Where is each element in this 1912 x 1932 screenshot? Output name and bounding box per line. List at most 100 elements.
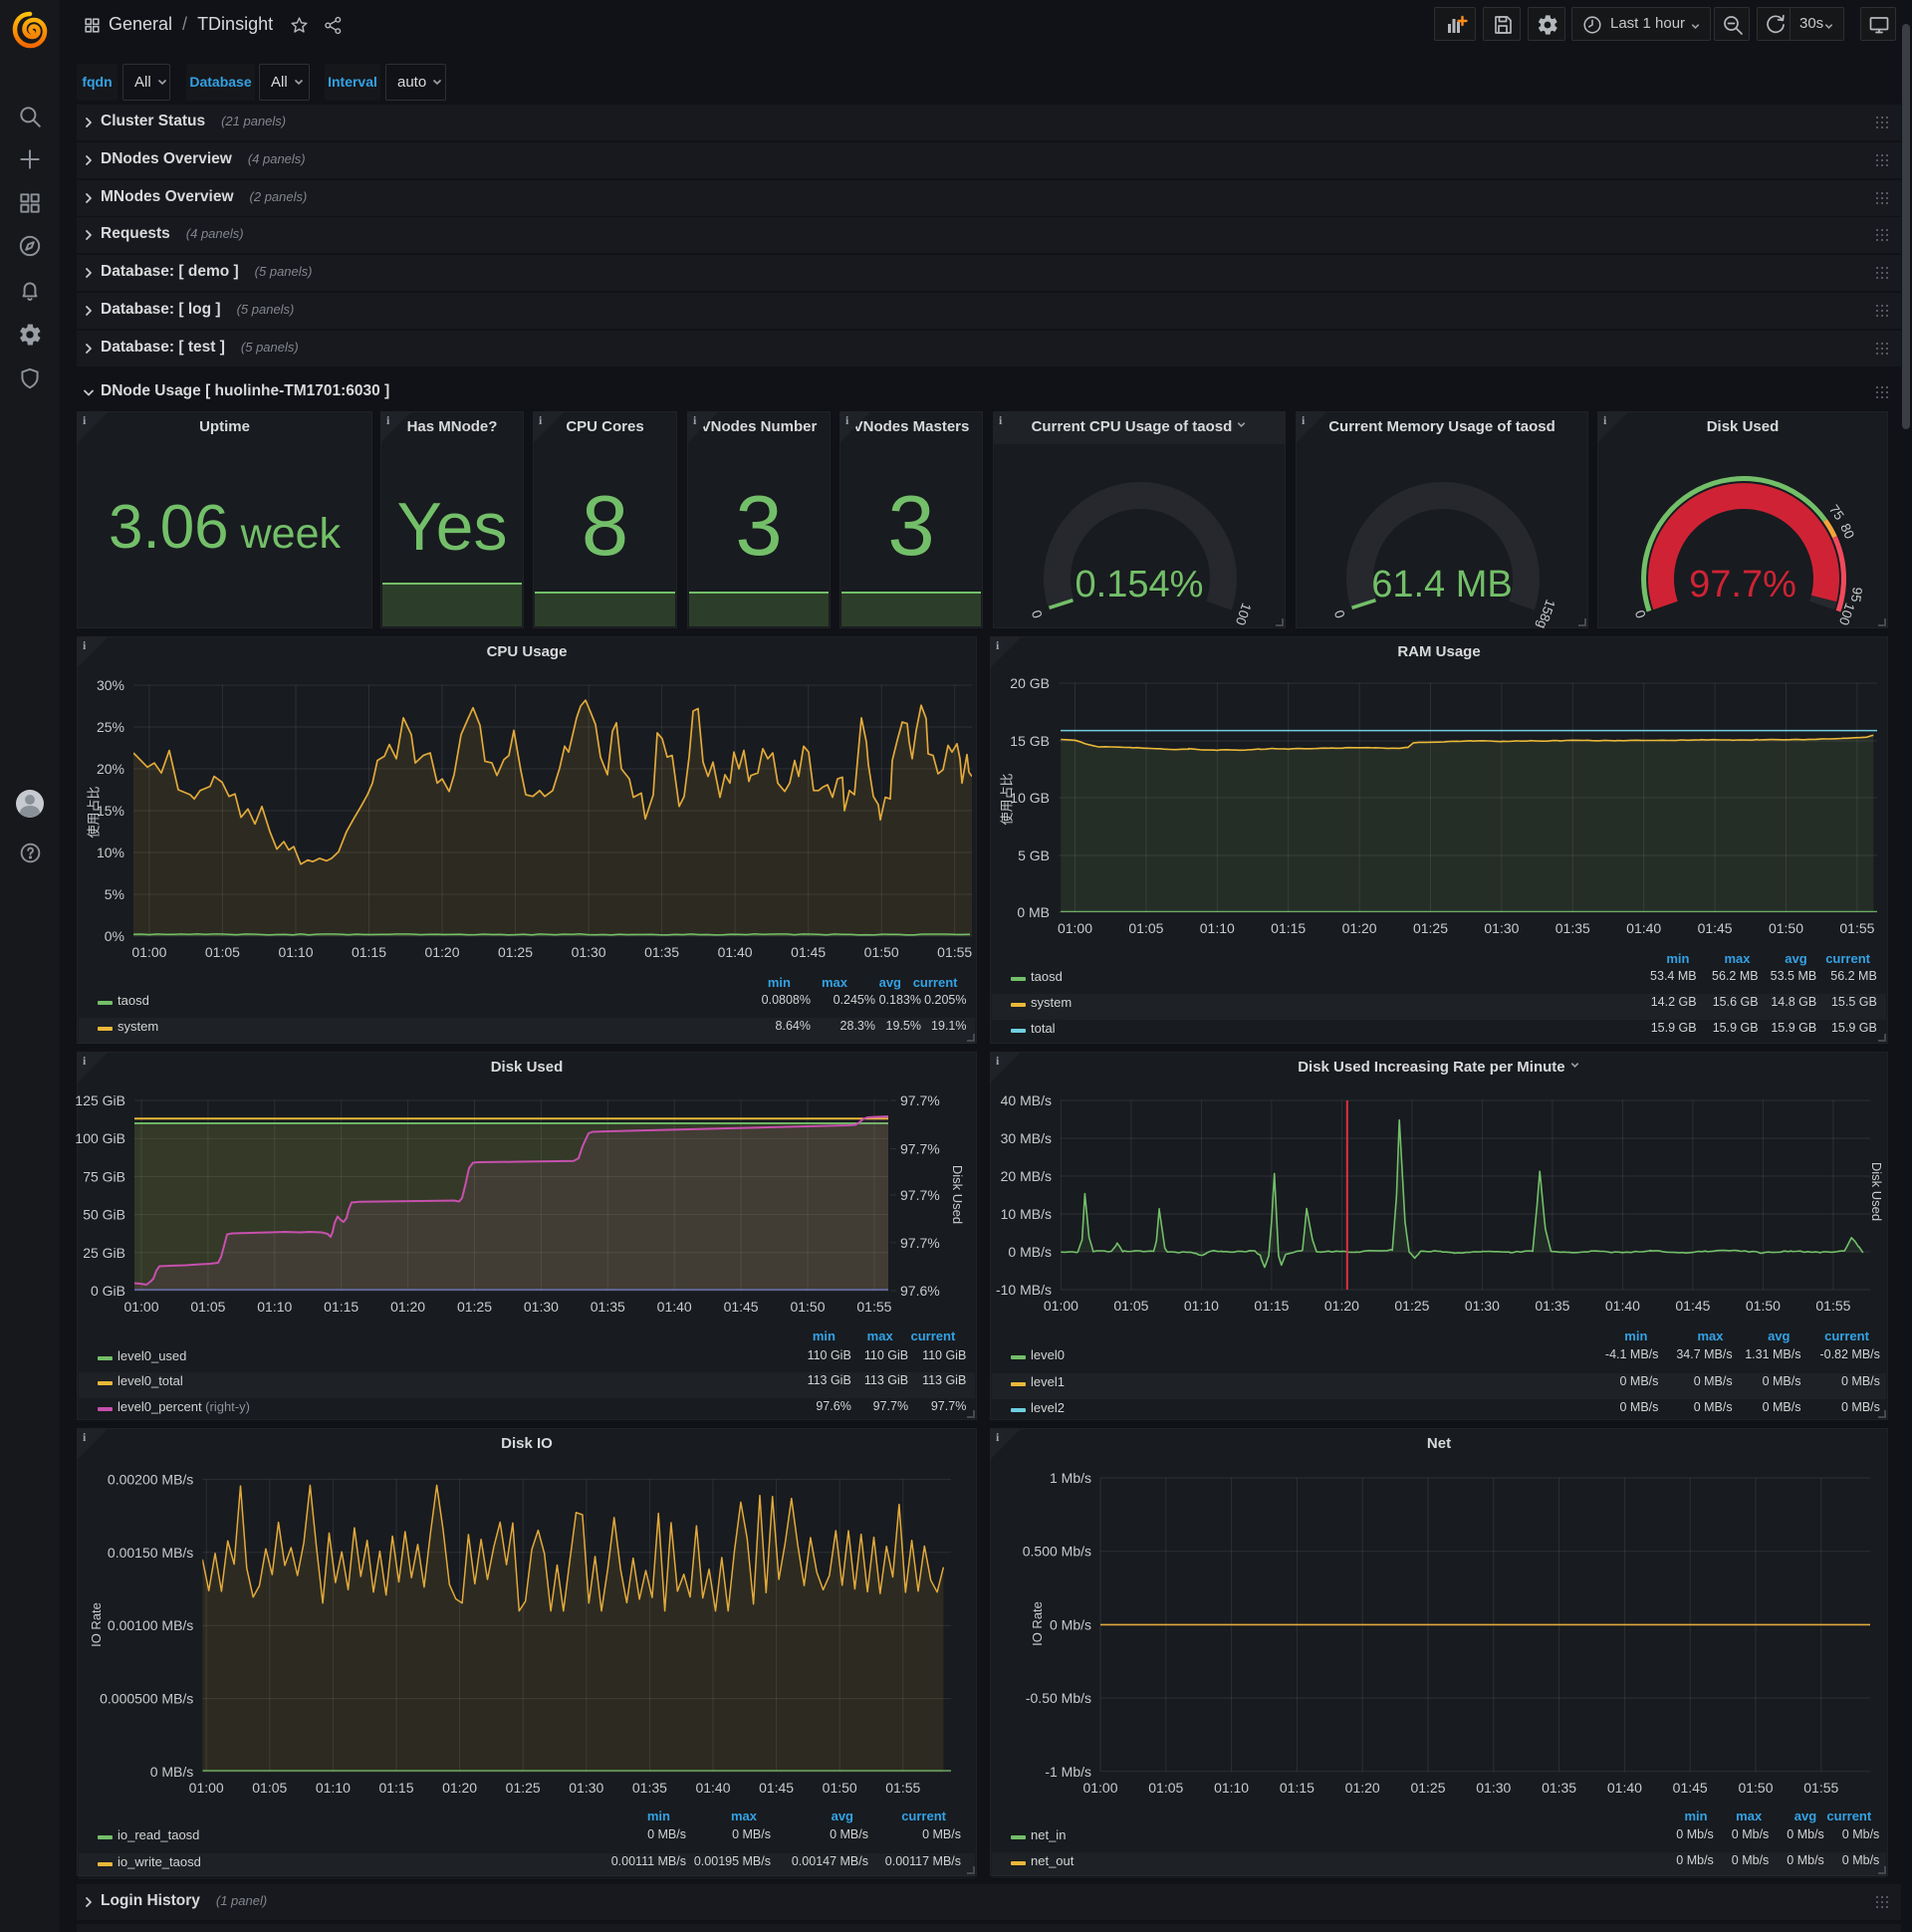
svg-text:01:40: 01:40: [1626, 920, 1661, 936]
svg-text:01:50: 01:50: [823, 1780, 857, 1796]
svg-text:01:50: 01:50: [790, 1299, 825, 1315]
svg-text:5%: 5%: [105, 886, 124, 902]
svg-text:01:45: 01:45: [791, 944, 826, 960]
svg-text:01:55: 01:55: [1803, 1780, 1838, 1796]
svg-text:01:35: 01:35: [644, 944, 679, 960]
svg-text:01:15: 01:15: [1271, 920, 1306, 936]
svg-text:0.00200 MB/s: 0.00200 MB/s: [108, 1471, 193, 1487]
svg-text:10 MB/s: 10 MB/s: [1001, 1206, 1052, 1222]
svg-text:01:25: 01:25: [1410, 1780, 1445, 1796]
svg-text:97.6%: 97.6%: [900, 1283, 940, 1299]
svg-text:01:05: 01:05: [205, 944, 240, 960]
svg-text:01:10: 01:10: [1184, 1298, 1219, 1314]
svg-text:01:00: 01:00: [189, 1780, 224, 1796]
svg-text:01:35: 01:35: [632, 1780, 667, 1796]
svg-text:01:25: 01:25: [1394, 1298, 1429, 1314]
svg-text:50 GiB: 50 GiB: [83, 1207, 125, 1223]
svg-text:10 GB: 10 GB: [1010, 790, 1050, 806]
svg-text:40 MB/s: 40 MB/s: [1001, 1092, 1052, 1108]
svg-text:01:20: 01:20: [424, 944, 459, 960]
svg-text:0 GiB: 0 GiB: [91, 1283, 125, 1299]
svg-text:0: 0: [1632, 608, 1649, 620]
svg-text:01:20: 01:20: [1345, 1780, 1380, 1796]
svg-text:01:55: 01:55: [856, 1299, 891, 1315]
svg-text:0: 0: [1331, 608, 1348, 620]
svg-text:01:20: 01:20: [390, 1299, 425, 1315]
svg-text:01:30: 01:30: [1484, 920, 1519, 936]
svg-text:-0.50 Mb/s: -0.50 Mb/s: [1026, 1690, 1091, 1706]
svg-text:0 Mb/s: 0 Mb/s: [1050, 1616, 1091, 1632]
svg-text:01:55: 01:55: [1839, 920, 1874, 936]
svg-text:01:25: 01:25: [498, 944, 533, 960]
svg-text:97.7%: 97.7%: [900, 1187, 940, 1203]
svg-text:01:00: 01:00: [1058, 920, 1092, 936]
svg-text:15 GB: 15 GB: [1010, 733, 1050, 749]
svg-text:97.7%: 97.7%: [900, 1092, 940, 1108]
svg-text:0%: 0%: [105, 928, 124, 944]
svg-text:0 MB/s: 0 MB/s: [1008, 1244, 1052, 1260]
svg-text:75 GiB: 75 GiB: [83, 1168, 125, 1184]
svg-text:01:50: 01:50: [1746, 1298, 1781, 1314]
svg-text:100 GiB: 100 GiB: [75, 1130, 125, 1146]
svg-text:01:55: 01:55: [1815, 1298, 1850, 1314]
svg-text:01:30: 01:30: [524, 1299, 559, 1315]
svg-text:20%: 20%: [97, 761, 124, 777]
svg-text:01:10: 01:10: [1200, 920, 1235, 936]
svg-text:01:20: 01:20: [442, 1780, 477, 1796]
svg-text:01:20: 01:20: [1342, 920, 1377, 936]
svg-text:0: 0: [1029, 608, 1046, 620]
svg-text:01:05: 01:05: [1148, 1780, 1183, 1796]
svg-text:01:15: 01:15: [324, 1299, 358, 1315]
svg-text:01:30: 01:30: [572, 944, 606, 960]
svg-text:0 MB/s: 0 MB/s: [150, 1764, 194, 1780]
svg-text:0.000500 MB/s: 0.000500 MB/s: [100, 1691, 193, 1707]
svg-text:80: 80: [1837, 521, 1857, 541]
svg-text:01:50: 01:50: [864, 944, 899, 960]
svg-text:01:15: 01:15: [1280, 1780, 1314, 1796]
svg-text:01:35: 01:35: [1535, 1298, 1569, 1314]
svg-text:75: 75: [1826, 502, 1847, 523]
svg-text:01:55: 01:55: [885, 1780, 920, 1796]
svg-text:01:45: 01:45: [1675, 1298, 1710, 1314]
svg-text:01:30: 01:30: [1476, 1780, 1511, 1796]
svg-text:01:10: 01:10: [257, 1299, 292, 1315]
svg-text:01:25: 01:25: [506, 1780, 541, 1796]
svg-text:0.00100 MB/s: 0.00100 MB/s: [108, 1617, 193, 1633]
svg-text:01:55: 01:55: [937, 944, 972, 960]
svg-text:01:25: 01:25: [1413, 920, 1448, 936]
svg-text:01:30: 01:30: [1465, 1298, 1500, 1314]
svg-text:97.7%: 97.7%: [900, 1141, 940, 1157]
svg-text:01:15: 01:15: [352, 944, 386, 960]
svg-text:01:05: 01:05: [1128, 920, 1163, 936]
svg-text:0 MB: 0 MB: [1017, 904, 1050, 920]
svg-text:01:00: 01:00: [131, 944, 166, 960]
svg-text:01:40: 01:40: [1605, 1298, 1640, 1314]
svg-text:01:00: 01:00: [1082, 1780, 1117, 1796]
svg-text:01:20: 01:20: [1324, 1298, 1359, 1314]
svg-text:01:40: 01:40: [718, 944, 753, 960]
svg-text:01:25: 01:25: [457, 1299, 492, 1315]
svg-text:10%: 10%: [97, 845, 124, 860]
svg-text:01:45: 01:45: [1698, 920, 1733, 936]
svg-text:01:05: 01:05: [1113, 1298, 1148, 1314]
svg-text:01:10: 01:10: [316, 1780, 351, 1796]
svg-text:0.500 Mb/s: 0.500 Mb/s: [1023, 1544, 1091, 1560]
svg-text:01:45: 01:45: [759, 1780, 794, 1796]
svg-text:01:10: 01:10: [278, 944, 313, 960]
svg-text:5 GB: 5 GB: [1018, 847, 1050, 863]
svg-text:01:10: 01:10: [1214, 1780, 1249, 1796]
svg-text:01:05: 01:05: [190, 1299, 225, 1315]
svg-text:01:45: 01:45: [1673, 1780, 1708, 1796]
svg-text:20 GB: 20 GB: [1010, 675, 1050, 691]
svg-text:0.00150 MB/s: 0.00150 MB/s: [108, 1545, 193, 1561]
svg-text:97.7%: 97.7%: [900, 1235, 940, 1251]
svg-text:20 MB/s: 20 MB/s: [1001, 1168, 1052, 1184]
svg-text:30%: 30%: [97, 677, 124, 693]
svg-text:01:40: 01:40: [1607, 1780, 1642, 1796]
svg-text:01:50: 01:50: [1738, 1780, 1773, 1796]
svg-text:30 MB/s: 30 MB/s: [1001, 1130, 1052, 1146]
svg-text:01:50: 01:50: [1769, 920, 1803, 936]
svg-text:01:00: 01:00: [1044, 1298, 1078, 1314]
svg-text:01:35: 01:35: [591, 1299, 625, 1315]
svg-text:25%: 25%: [97, 719, 124, 735]
